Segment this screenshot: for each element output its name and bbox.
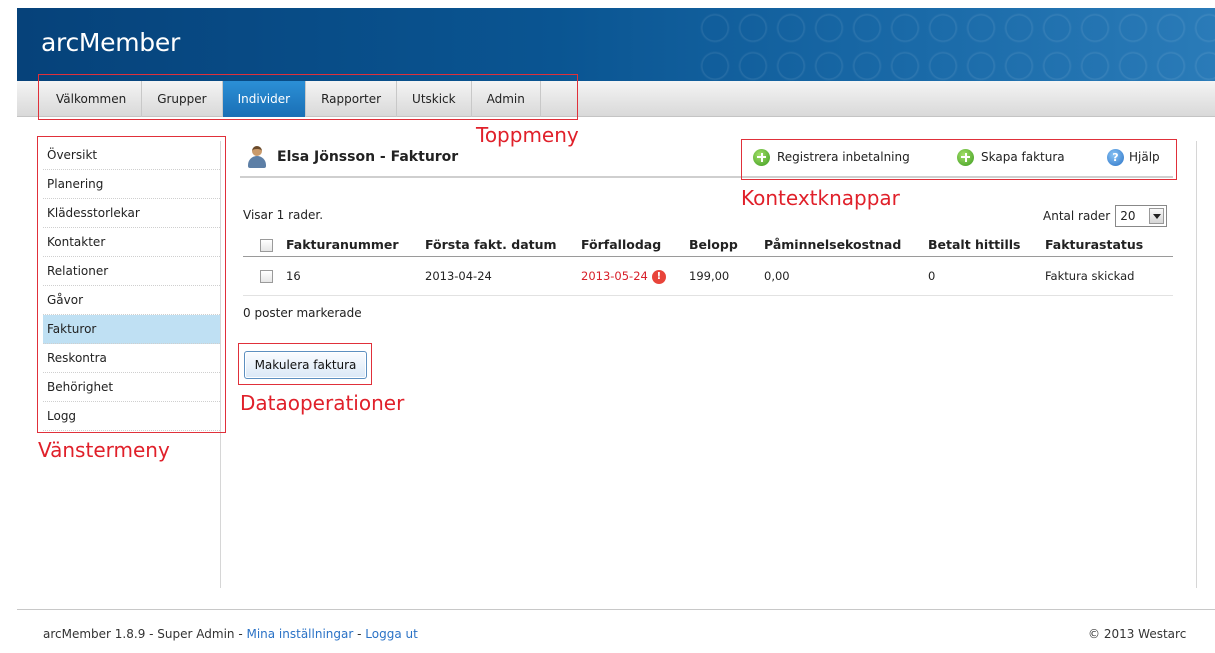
cell-invoice-number: 16 bbox=[286, 269, 301, 283]
cell-due-date: 2013-05-24! bbox=[581, 257, 666, 296]
app-header: arcMember bbox=[17, 8, 1215, 81]
column-header-paid-so-far[interactable]: Betalt hittills bbox=[928, 233, 1020, 257]
page-title: Elsa Jönsson - Fakturor bbox=[247, 145, 458, 169]
table-row[interactable]: 16 2013-04-24 2013-05-24! 199,00 0,00 0 … bbox=[243, 257, 1173, 296]
footer-divider bbox=[17, 609, 1215, 610]
table-header-row: Fakturanummer Första fakt. datum Förfall… bbox=[243, 233, 1173, 257]
select-all-checkbox-cell bbox=[260, 233, 273, 257]
rows-per-page: Antal rader 20 bbox=[1043, 205, 1168, 227]
column-header-first-invoice-date[interactable]: Första fakt. datum bbox=[425, 233, 557, 257]
footer-info: arcMember 1.8.9 - Super Admin - Mina ins… bbox=[43, 627, 418, 641]
annotation-box-leftmenu bbox=[37, 136, 226, 433]
selected-count-info: 0 poster markerade bbox=[243, 306, 362, 320]
column-header-amount[interactable]: Belopp bbox=[689, 233, 738, 257]
row-count-info: Visar 1 rader. bbox=[243, 208, 324, 222]
overdue-warning-icon: ! bbox=[651, 269, 666, 284]
rows-per-page-value: 20 bbox=[1120, 209, 1136, 223]
annotation-box-dataops bbox=[238, 343, 372, 385]
chevron-down-icon bbox=[1149, 208, 1165, 224]
person-icon bbox=[247, 146, 267, 168]
my-settings-link[interactable]: Mina inställningar bbox=[246, 627, 353, 641]
annotation-label-context: Kontextknappar bbox=[741, 186, 900, 210]
cell-paid-so-far: 0 bbox=[928, 269, 936, 283]
page-title-text: Elsa Jönsson - Fakturor bbox=[277, 149, 459, 165]
column-header-reminder-cost[interactable]: Påminnelsekostnad bbox=[764, 233, 901, 257]
footer-copyright: © 2013 Westarc bbox=[1088, 627, 1187, 641]
cell-first-invoice-date: 2013-04-24 bbox=[425, 269, 492, 283]
app-logo[interactable]: arcMember bbox=[41, 28, 180, 57]
logout-link[interactable]: Logga ut bbox=[365, 627, 418, 641]
footer-version: arcMember 1.8.9 - Super Admin - bbox=[43, 627, 247, 641]
column-header-invoice-status[interactable]: Fakturastatus bbox=[1045, 233, 1143, 257]
annotation-label-leftmenu: Vänstermeny bbox=[38, 438, 170, 462]
cell-invoice-status: Faktura skickad bbox=[1045, 269, 1135, 283]
right-divider bbox=[1196, 141, 1197, 588]
row-checkbox-cell bbox=[260, 257, 273, 296]
annotation-label-dataops: Dataoperationer bbox=[240, 391, 405, 415]
column-header-invoice-number[interactable]: Fakturanummer bbox=[286, 233, 399, 257]
column-header-due-date[interactable]: Förfallodag bbox=[581, 233, 661, 257]
annotation-label-topmenu: Toppmeny bbox=[476, 123, 579, 147]
annotation-box-topmenu bbox=[38, 74, 578, 120]
footer-separator: - bbox=[353, 627, 366, 641]
rows-per-page-label: Antal rader bbox=[1043, 209, 1111, 223]
due-date-value: 2013-05-24 bbox=[581, 269, 648, 283]
row-checkbox[interactable] bbox=[260, 270, 273, 283]
rows-per-page-select[interactable]: 20 bbox=[1115, 205, 1168, 227]
invoice-table: Fakturanummer Första fakt. datum Förfall… bbox=[243, 233, 1173, 296]
header-pattern bbox=[695, 8, 1215, 81]
cell-amount: 199,00 bbox=[689, 269, 730, 283]
select-all-checkbox[interactable] bbox=[260, 239, 273, 252]
annotation-box-context bbox=[741, 139, 1177, 180]
cell-reminder-cost: 0,00 bbox=[764, 269, 790, 283]
